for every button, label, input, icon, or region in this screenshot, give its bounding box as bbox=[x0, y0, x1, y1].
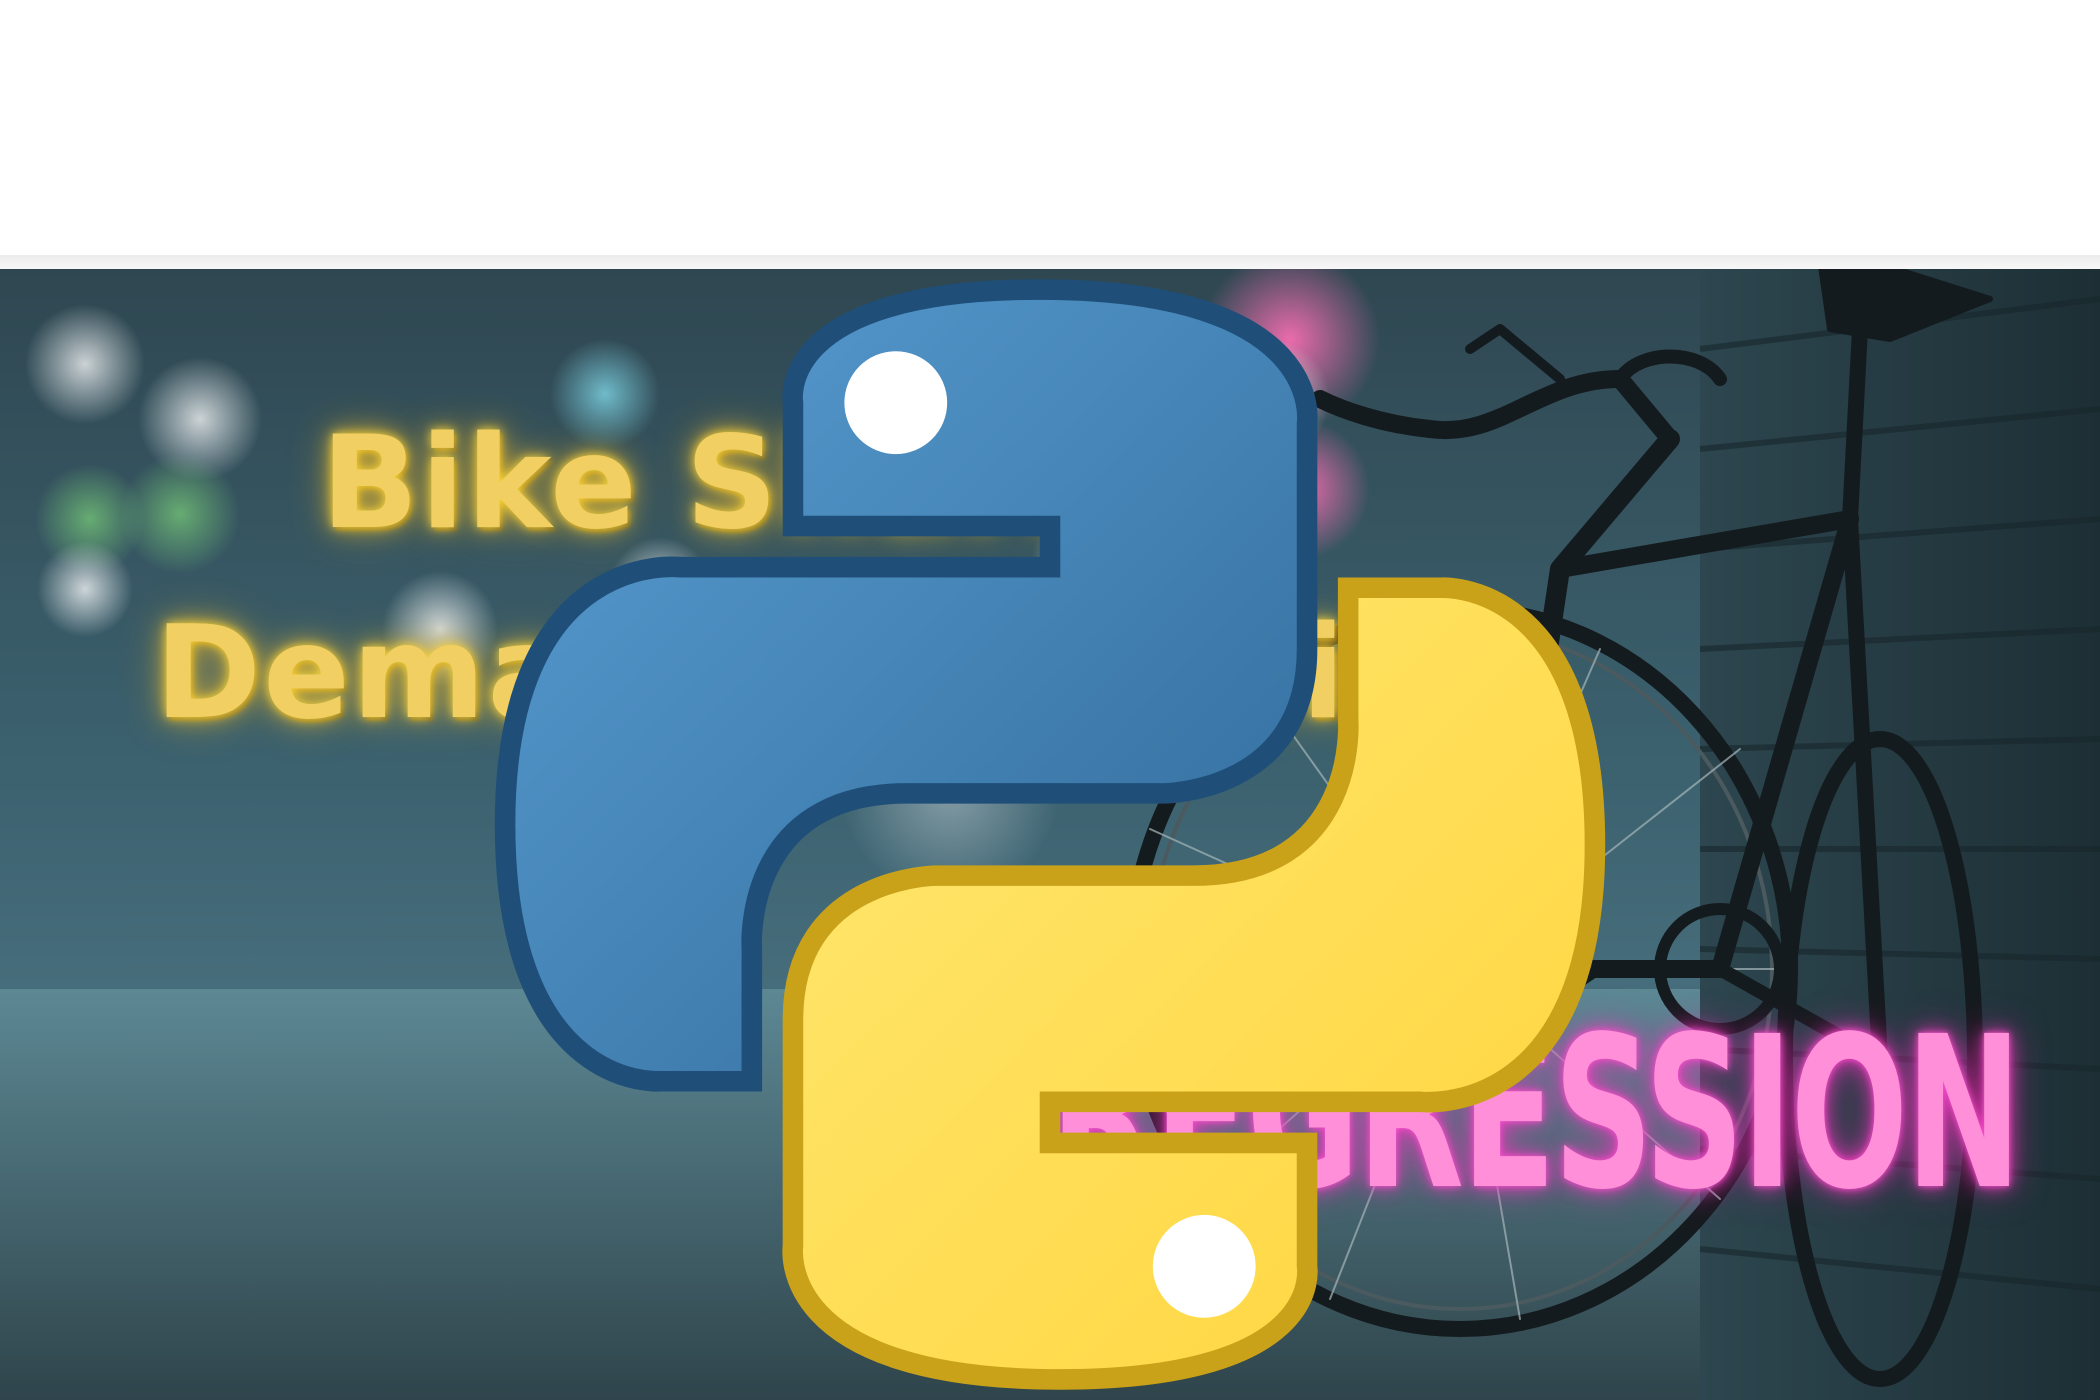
python-logo-icon bbox=[494, 279, 1606, 1390]
blank-header-area bbox=[0, 0, 2100, 255]
page: Bike Sharing Demand Analysis REGRESSION bbox=[0, 0, 2100, 1400]
header-divider bbox=[0, 255, 2100, 269]
banner-image: Bike Sharing Demand Analysis REGRESSION bbox=[0, 269, 2100, 1400]
